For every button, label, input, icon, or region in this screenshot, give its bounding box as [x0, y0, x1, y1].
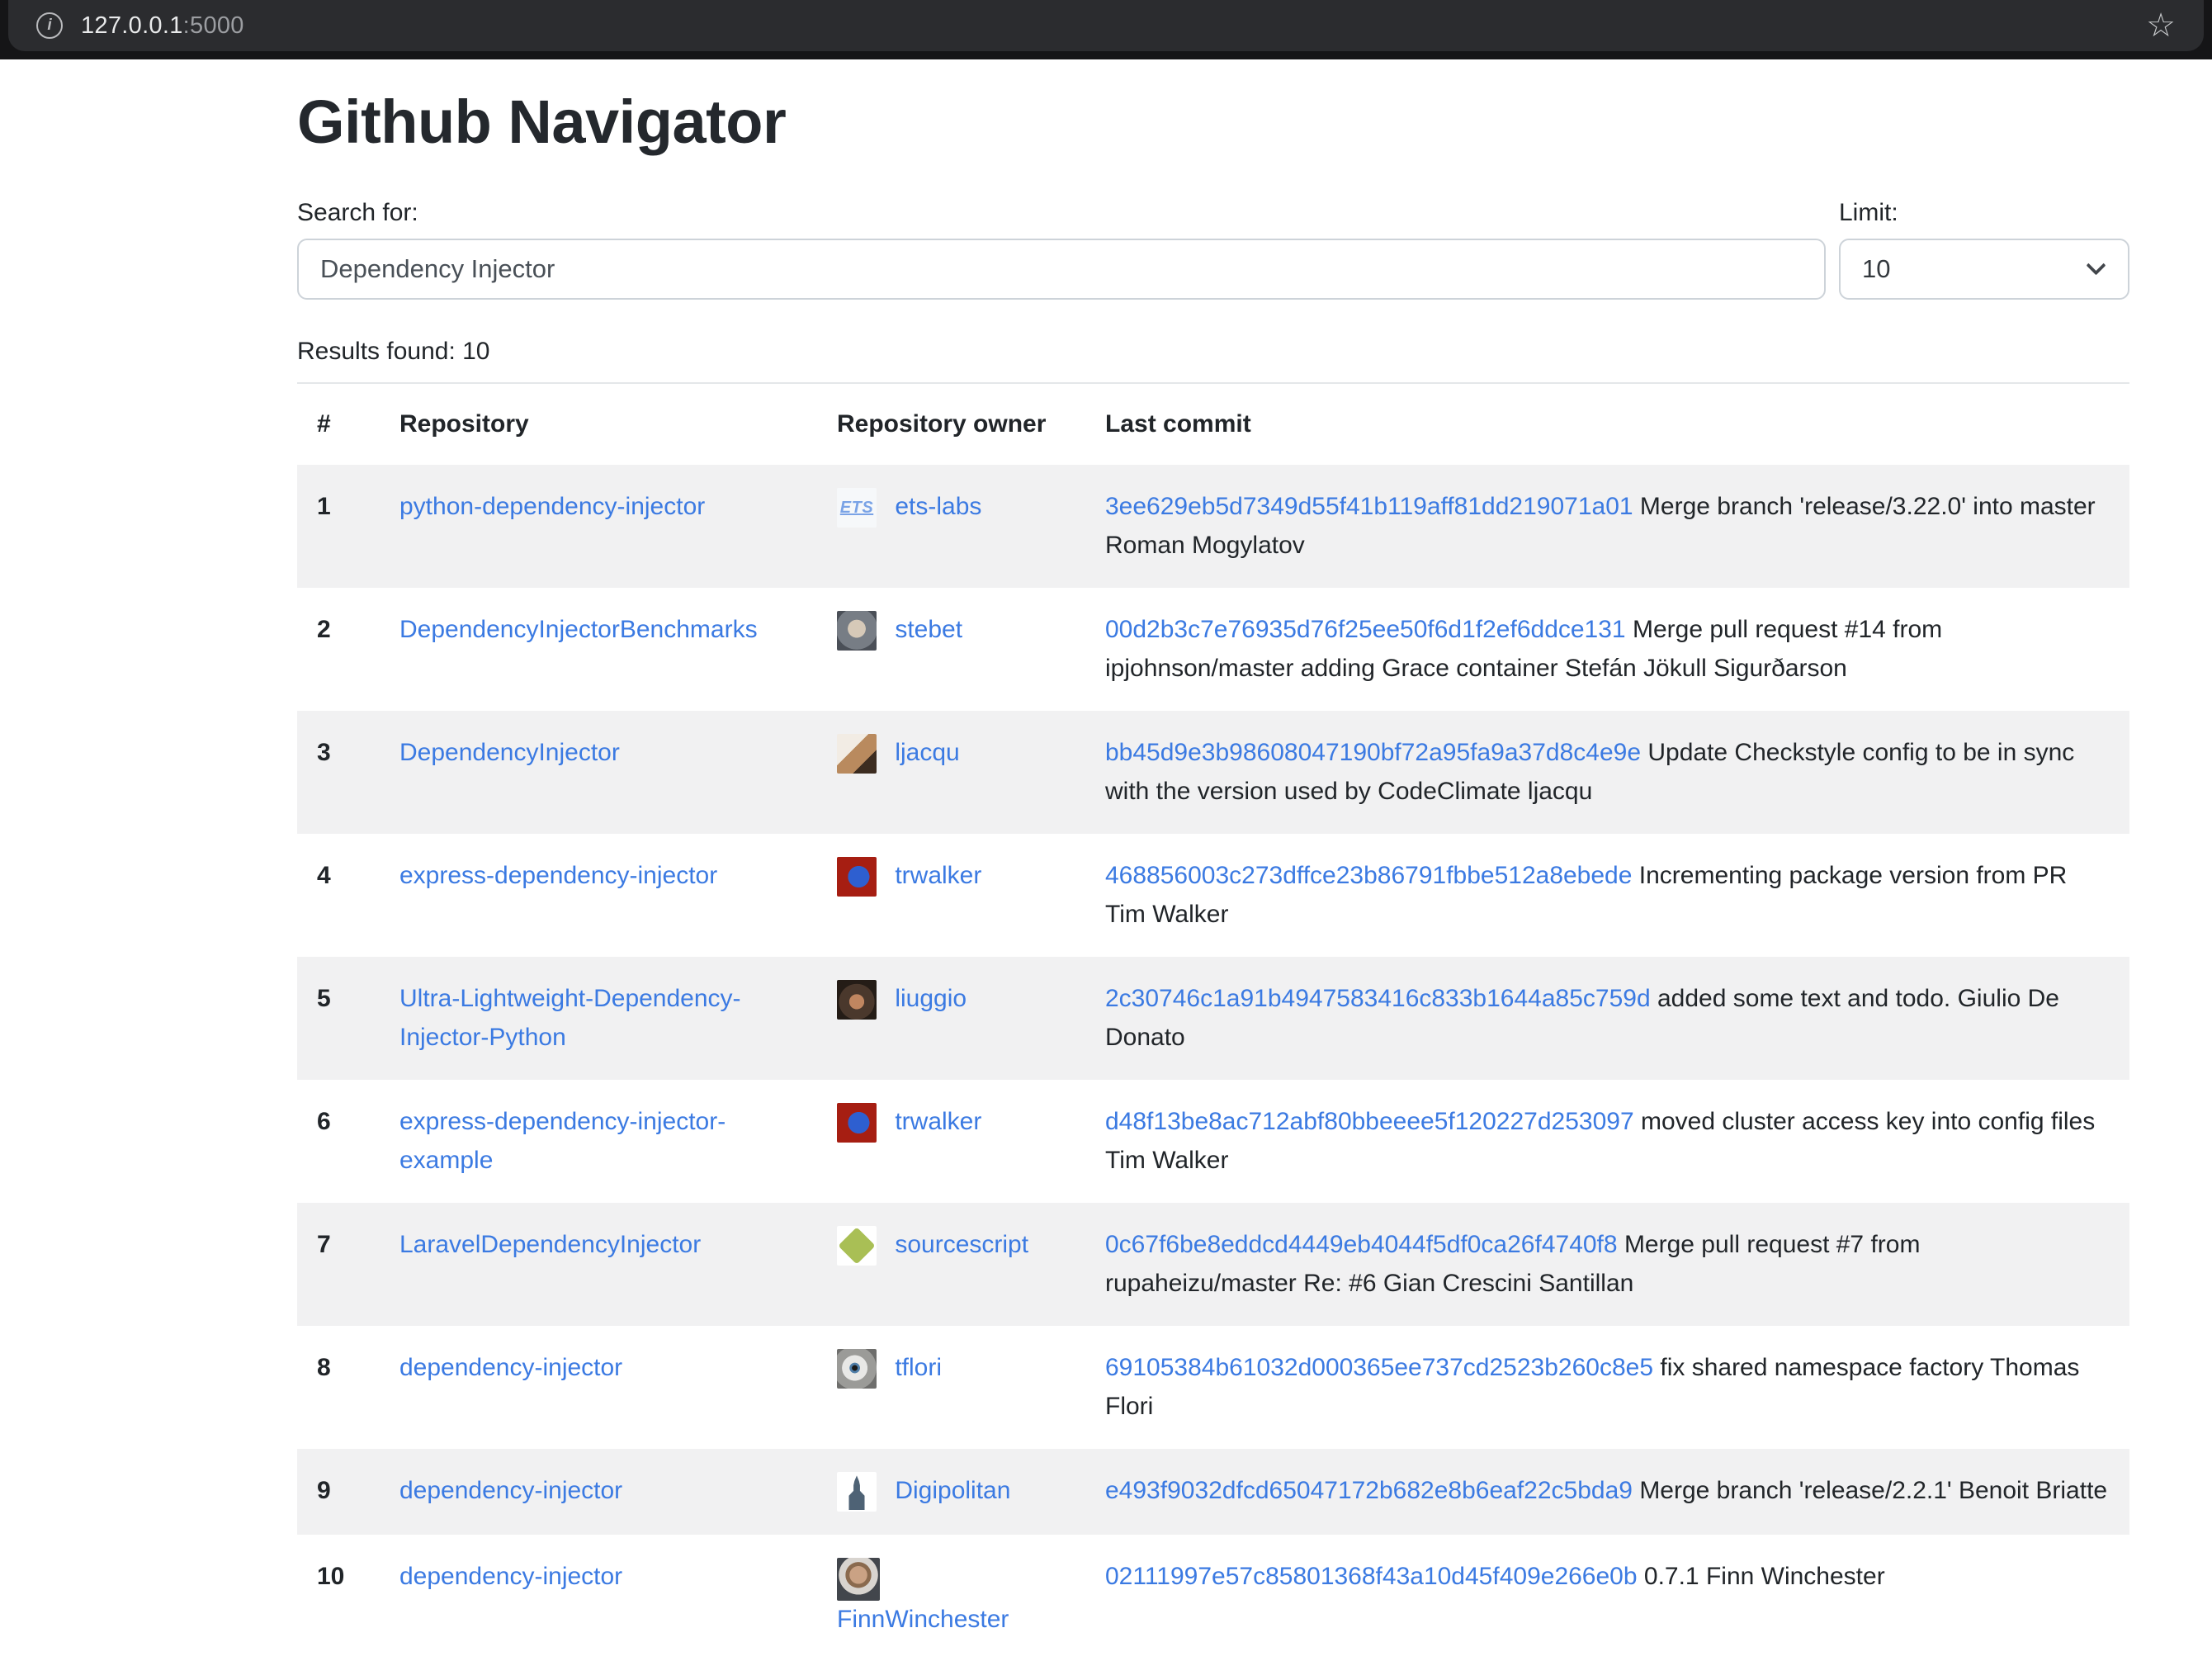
page-title: Github Navigator — [297, 86, 2129, 159]
commit-hash-link[interactable]: 468856003c273dffce23b86791fbbe512a8ebede — [1105, 862, 1632, 889]
site-info-icon[interactable]: i — [36, 12, 63, 39]
header-num: # — [297, 384, 380, 466]
commit-hash-link[interactable]: bb45d9e3b98608047190bf72a95fa9a37d8c4e9e — [1105, 739, 1641, 766]
commit-hash-link[interactable]: 00d2b3c7e76935d76f25ee50f6d1f2ef6ddce131 — [1105, 616, 1626, 643]
table-row: 9 dependency-injector Digipolitan e493f9… — [297, 1449, 2129, 1535]
table-row: 10 dependency-injector FinnWinchester 02… — [297, 1535, 2129, 1661]
table-row: 1 python-dependency-injector ETS ets-lab… — [297, 465, 2129, 588]
table-row: 5 Ultra-Lightweight-Dependency-Injector-… — [297, 957, 2129, 1080]
owner-link[interactable]: ets-labs — [895, 493, 981, 520]
owner-link[interactable]: tflori — [895, 1354, 942, 1381]
owner-link[interactable]: ljacqu — [895, 739, 959, 766]
commit-message: Merge branch 'release/2.2.1' Benoit Bria… — [1639, 1477, 2107, 1504]
commit-hash-link[interactable]: 2c30746c1a91b4947583416c833b1644a85c759d — [1105, 985, 1651, 1012]
repo-link[interactable]: dependency-injector — [399, 1563, 622, 1590]
table-row: 7 LaravelDependencyInjector sourcescript… — [297, 1203, 2129, 1326]
repo-link[interactable]: DependencyInjectorBenchmarks — [399, 616, 758, 643]
owner-avatar-image — [837, 1472, 877, 1512]
search-form: Search for: Limit: 10 — [297, 199, 2129, 300]
url-host: 127.0.0.1 — [81, 12, 183, 39]
row-number: 8 — [297, 1326, 380, 1449]
page-container: Github Navigator Search for: Limit: 10 R… — [297, 86, 2129, 1661]
repositories-table: # Repository Repository owner Last commi… — [297, 384, 2129, 1661]
owner-avatar-image — [837, 611, 877, 651]
limit-select[interactable]: 10 — [1839, 239, 2129, 300]
row-number: 5 — [297, 957, 380, 1080]
repo-link[interactable]: dependency-injector — [399, 1354, 622, 1381]
commit-message: 0.7.1 Finn Winchester — [1644, 1563, 1885, 1590]
owner-avatar-image — [837, 1558, 880, 1601]
results-count: Results found: 10 — [297, 338, 2129, 366]
limit-label: Limit: — [1839, 199, 2129, 227]
repo-link[interactable]: dependency-injector — [399, 1477, 622, 1504]
table-row: 4 express-dependency-injector trwalker 4… — [297, 834, 2129, 957]
row-number: 7 — [297, 1203, 380, 1326]
owner-link[interactable]: stebet — [895, 616, 962, 643]
header-last-commit: Last commit — [1085, 384, 2129, 466]
row-number: 9 — [297, 1449, 380, 1535]
owner-link[interactable]: Digipolitan — [895, 1477, 1010, 1504]
repo-link[interactable]: python-dependency-injector — [399, 493, 705, 520]
header-repository: Repository — [380, 384, 817, 466]
search-label: Search for: — [297, 199, 1826, 227]
repo-link[interactable]: express-dependency-injector-example — [399, 1108, 726, 1174]
row-number: 4 — [297, 834, 380, 957]
owner-link[interactable]: trwalker — [895, 1108, 981, 1135]
owner-avatar-image — [837, 1103, 877, 1143]
row-number: 10 — [297, 1535, 380, 1661]
commit-hash-link[interactable]: e493f9032dfcd65047172b682e8b6eaf22c5bda9 — [1105, 1477, 1633, 1504]
repo-link[interactable]: LaravelDependencyInjector — [399, 1231, 701, 1258]
owner-link[interactable]: trwalker — [895, 862, 981, 889]
repo-link[interactable]: DependencyInjector — [399, 739, 620, 766]
commit-hash-link[interactable]: d48f13be8ac712abf80bbeeee5f120227d253097 — [1105, 1108, 1634, 1135]
browser-topbar: i 127.0.0.1:5000 ☆ — [0, 0, 2212, 59]
owner-avatar-image — [837, 857, 877, 897]
commit-hash-link[interactable]: 02111997e57c85801368f43a10d45f409e266e0b — [1105, 1563, 1638, 1590]
row-number: 1 — [297, 465, 380, 588]
table-row: 2 DependencyInjectorBenchmarks stebet 00… — [297, 588, 2129, 711]
url-text: 127.0.0.1:5000 — [81, 12, 244, 40]
owner-avatar-image — [837, 980, 877, 1020]
owner-link[interactable]: FinnWinchester — [837, 1606, 1009, 1633]
address-bar[interactable]: i 127.0.0.1:5000 ☆ — [8, 0, 2204, 51]
bookmark-star-icon[interactable]: ☆ — [2146, 9, 2176, 42]
owner-avatar-image — [837, 1349, 877, 1389]
owner-avatar-image — [837, 734, 877, 774]
row-number: 2 — [297, 588, 380, 711]
commit-hash-link[interactable]: 3ee629eb5d7349d55f41b119aff81dd219071a01 — [1105, 493, 1633, 520]
table-header-row: # Repository Repository owner Last commi… — [297, 384, 2129, 466]
commit-hash-link[interactable]: 0c67f6be8eddcd4449eb4044f5df0ca26f4740f8 — [1105, 1231, 1618, 1258]
owner-avatar-image — [837, 1226, 877, 1266]
owner-avatar-image: ETS — [837, 488, 877, 528]
table-row: 6 express-dependency-injector-example tr… — [297, 1080, 2129, 1203]
url-port: :5000 — [183, 12, 244, 39]
row-number: 6 — [297, 1080, 380, 1203]
row-number: 3 — [297, 711, 380, 834]
owner-link[interactable]: sourcescript — [895, 1231, 1028, 1258]
commit-hash-link[interactable]: 69105384b61032d000365ee737cd2523b260c8e5 — [1105, 1354, 1653, 1381]
repo-link[interactable]: express-dependency-injector — [399, 862, 717, 889]
repo-link[interactable]: Ultra-Lightweight-Dependency-Injector-Py… — [399, 985, 741, 1051]
owner-link[interactable]: liuggio — [895, 985, 967, 1012]
search-input[interactable] — [297, 239, 1826, 300]
table-row: 3 DependencyInjector ljacqu bb45d9e3b986… — [297, 711, 2129, 834]
header-owner: Repository owner — [817, 384, 1085, 466]
table-row: 8 dependency-injector tflori 69105384b61… — [297, 1326, 2129, 1449]
